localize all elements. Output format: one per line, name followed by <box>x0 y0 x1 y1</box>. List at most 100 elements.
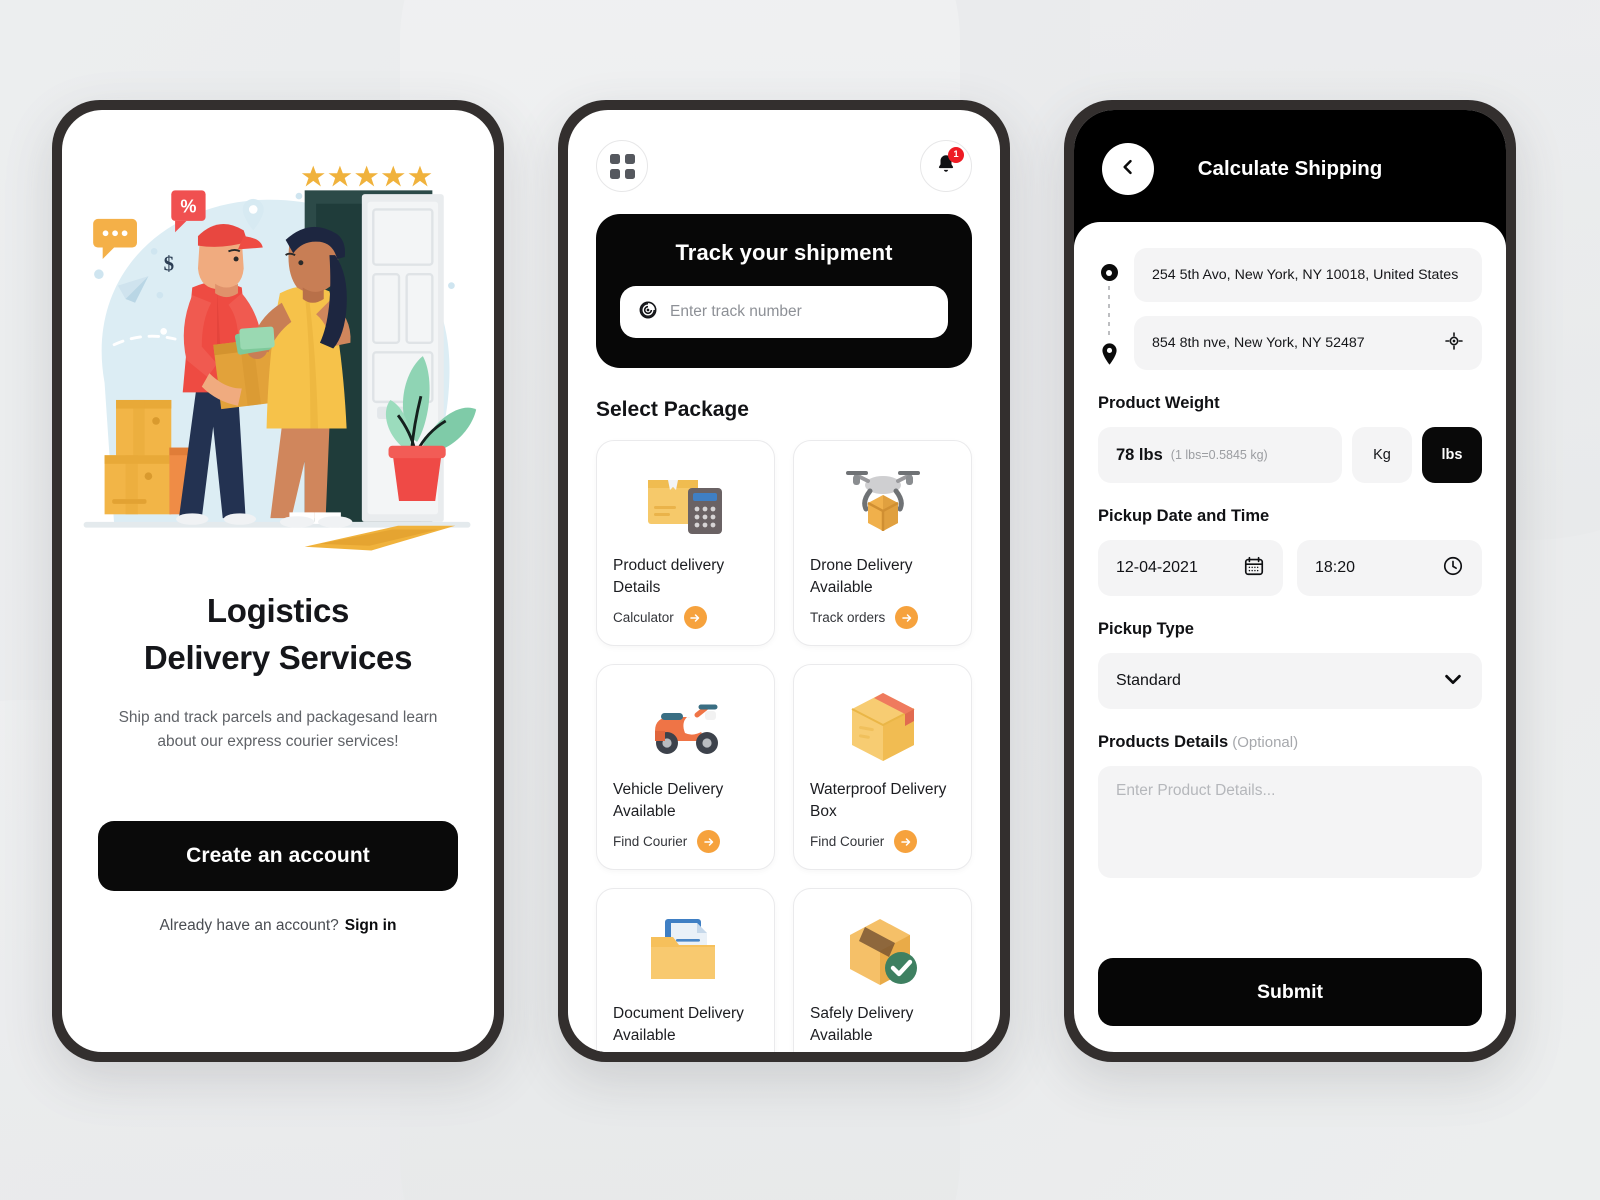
package-card-safely-delivery[interactable]: Safely Delivery Available Find Courier <box>793 888 972 1052</box>
address-block: 254 5th Avo, New York, NY 10018, United … <box>1098 248 1482 370</box>
screen-home: 1 Track your shipment Enter track number… <box>568 110 1000 1052</box>
track-shipment-title: Track your shipment <box>675 240 893 265</box>
package-card-drone-delivery[interactable]: Drone Delivery Available Track orders <box>793 440 972 646</box>
arrow-right-icon <box>895 606 919 629</box>
weight-value: 78 lbs <box>1116 445 1163 464</box>
product-weight-label: Product Weight <box>1098 394 1220 412</box>
package-card-title: Drone Delivery Available <box>810 557 913 596</box>
create-account-button[interactable]: Create an account <box>98 820 458 891</box>
drone-package-icon <box>810 459 955 545</box>
package-card-document-delivery[interactable]: Document Delivery Available Find Courier <box>596 888 775 1052</box>
document-folder-icon <box>613 907 758 993</box>
clock-icon <box>1442 555 1464 582</box>
origin-dot-icon <box>1100 264 1118 281</box>
package-card-grid: Product delivery Details Calculator Dron… <box>596 440 972 1052</box>
screen-onboarding: % $ Logistics Delivery Services Ship and… <box>62 110 494 1052</box>
package-card-title: Waterproof Delivery Box <box>810 781 947 820</box>
package-card-action[interactable]: Find Courier <box>810 830 955 853</box>
pickup-type-value: Standard <box>1116 672 1181 689</box>
crosshair-icon[interactable] <box>1444 331 1464 356</box>
package-card-vehicle-delivery[interactable]: Vehicle Delivery Available Find Courier <box>596 664 775 870</box>
origin-address-value: 254 5th Avo, New York, NY 10018, United … <box>1152 267 1459 283</box>
shipping-form: 254 5th Avo, New York, NY 10018, United … <box>1074 222 1506 1052</box>
pickup-date-field[interactable]: 12-04-2021 <box>1098 540 1283 596</box>
package-card-action[interactable]: Find Courier <box>613 830 758 853</box>
grid-icon <box>609 153 635 179</box>
sign-in-link[interactable]: Sign in <box>345 917 397 934</box>
destination-address-field[interactable]: 854 8th nve, New York, NY 52487 <box>1134 316 1482 370</box>
calendar-icon <box>1243 555 1265 582</box>
map-pin-icon <box>1101 343 1118 370</box>
products-details-optional: (Optional) <box>1232 734 1299 751</box>
waterproof-box-icon <box>810 683 955 769</box>
products-details-textarea[interactable]: Enter Product Details... <box>1098 766 1482 878</box>
pickup-date-value: 12-04-2021 <box>1116 559 1198 576</box>
phone-calculate-shipping: Calculate Shipping 254 5th Avo, New York… <box>1064 100 1516 1062</box>
arrow-right-icon <box>894 830 918 853</box>
select-package-title: Select Package <box>596 398 749 421</box>
package-card-action[interactable]: Calculator <box>613 606 758 629</box>
package-card-title: Safely Delivery Available <box>810 1005 914 1044</box>
notifications-button[interactable]: 1 <box>920 140 972 192</box>
phone-onboarding: % $ Logistics Delivery Services Ship and… <box>52 100 504 1062</box>
pickup-time-value: 18:20 <box>1315 559 1356 576</box>
package-card-product-delivery-details[interactable]: Product delivery Details Calculator <box>596 440 775 646</box>
svg-text:%: % <box>180 196 196 216</box>
title-line-2: Delivery Services <box>143 638 413 676</box>
track-shipment-card: Track your shipment Enter track number <box>596 214 972 368</box>
pickup-time-field[interactable]: 18:20 <box>1297 540 1482 596</box>
unit-kg-button[interactable]: Kg <box>1352 427 1412 483</box>
package-card-title: Document Delivery Available <box>613 1005 744 1044</box>
address-fields: 254 5th Avo, New York, NY 10018, United … <box>1134 248 1482 370</box>
scooter-icon <box>613 683 758 769</box>
pickup-type-select[interactable]: Standard <box>1098 653 1482 709</box>
track-number-placeholder: Enter track number <box>670 303 802 320</box>
chevron-left-icon <box>1118 157 1138 182</box>
unit-lbs-button[interactable]: lbs <box>1422 427 1482 483</box>
track-number-input[interactable]: Enter track number <box>620 286 948 338</box>
package-card-action-label: Find Courier <box>613 834 688 849</box>
weight-conversion-hint: (1 lbs=0.5845 kg) <box>1170 448 1268 462</box>
package-card-title: Vehicle Delivery Available <box>613 781 724 820</box>
title-line-1: Logistics <box>206 592 350 629</box>
package-card-action-label: Track orders <box>810 610 886 625</box>
package-card-action-label: Find Courier <box>810 834 885 849</box>
signin-prompt: Already have an account? <box>159 916 339 934</box>
chevron-down-icon <box>1442 668 1464 695</box>
grid-menu-button[interactable] <box>596 140 648 192</box>
back-button[interactable] <box>1102 143 1154 195</box>
destination-address-value: 854 8th nve, New York, NY 52487 <box>1152 335 1365 351</box>
box-check-icon <box>810 907 955 993</box>
package-card-action[interactable]: Track orders <box>810 606 955 629</box>
box-calculator-icon <box>613 459 758 545</box>
page-title: Logistics Delivery Services <box>98 588 458 682</box>
arrow-right-icon <box>683 606 707 629</box>
svg-text:$: $ <box>164 251 174 275</box>
notification-badge: 1 <box>948 147 964 163</box>
arrow-right-icon <box>697 830 721 853</box>
pickup-datetime-label: Pickup Date and Time <box>1098 507 1270 525</box>
radar-icon <box>638 300 658 325</box>
route-dotted-line <box>1108 286 1110 338</box>
package-card-title: Product delivery Details <box>613 557 725 596</box>
weight-row: 78 lbs (1 lbs=0.5845 kg) Kg lbs <box>1098 427 1482 483</box>
submit-button[interactable]: Submit <box>1098 958 1482 1026</box>
products-details-text: Products Details <box>1098 733 1229 751</box>
phone-home: 1 Track your shipment Enter track number… <box>558 100 1010 1062</box>
products-details-placeholder: Enter Product Details... <box>1116 782 1276 799</box>
weight-input[interactable]: 78 lbs (1 lbs=0.5845 kg) <box>1098 427 1342 483</box>
home-toolbar: 1 <box>596 140 972 192</box>
package-card-waterproof-box[interactable]: Waterproof Delivery Box Find Courier <box>793 664 972 870</box>
subtitle: Ship and track parcels and packagesand l… <box>118 708 438 751</box>
screen-calculate-shipping: Calculate Shipping 254 5th Avo, New York… <box>1074 110 1506 1052</box>
pickup-type-label: Pickup Type <box>1098 620 1194 638</box>
origin-address-field[interactable]: 254 5th Avo, New York, NY 10018, United … <box>1134 248 1482 302</box>
products-details-label: Products Details (Optional) <box>1098 733 1482 752</box>
signin-row: Already have an account? Sign in <box>98 917 458 935</box>
courier-delivery-illustration: % $ <box>62 110 494 580</box>
screenshot-stage: % $ Logistics Delivery Services Ship and… <box>0 0 1600 1200</box>
package-card-action-label: Calculator <box>613 610 674 625</box>
shipping-header: Calculate Shipping <box>1074 110 1506 228</box>
pickup-datetime-row: 12-04-2021 18:20 <box>1098 540 1482 596</box>
address-rail <box>1098 248 1120 370</box>
